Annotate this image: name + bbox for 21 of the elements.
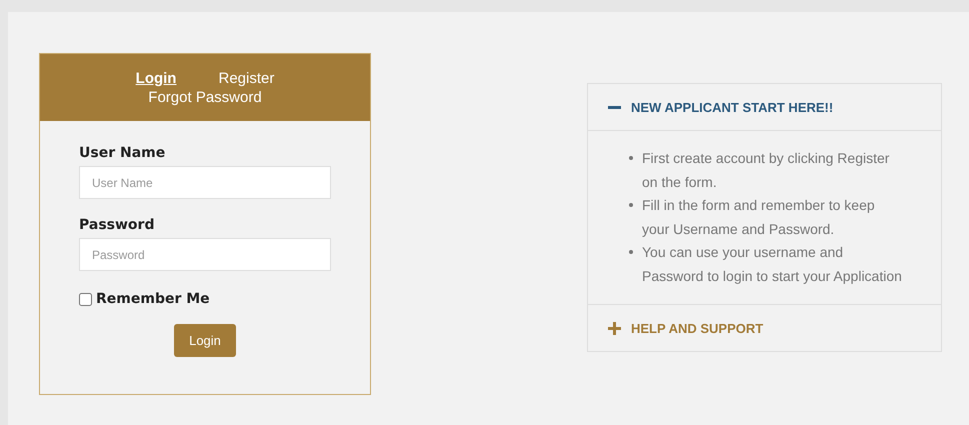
tab[interactable]: Forgot Password [127, 88, 283, 106]
input-field[interactable]: User Name [79, 166, 331, 199]
bullet-icon [629, 250, 633, 254]
input-field[interactable]: Password [79, 238, 331, 271]
checkbox-label: Remember Me [96, 291, 210, 307]
field-label: User Name [79, 145, 166, 161]
bullet-icon [629, 156, 633, 160]
list-item: You can use your username and Password to login to start your Application [642, 243, 903, 286]
accordion-title: NEW APPLICANT START HERE!! [631, 100, 834, 114]
accordion-header[interactable]: HELP AND SUPPORT [588, 304, 941, 351]
tab[interactable]: Register [197, 70, 296, 86]
accordion-header[interactable]: NEW APPLICANT START HERE!! [588, 84, 941, 130]
tab[interactable]: Login [114, 70, 198, 86]
list-item: Fill in the form and remember to keep your Username and Password. [642, 196, 876, 239]
checkbox[interactable] [79, 292, 92, 306]
plus-icon [608, 322, 621, 334]
bullet-icon [629, 203, 633, 207]
list-item: First create account by clicking Register on the form. [642, 149, 890, 192]
field-label: Password [79, 217, 156, 233]
login-button[interactable]: Login [174, 324, 236, 357]
accordion-title: HELP AND SUPPORT [631, 320, 764, 336]
